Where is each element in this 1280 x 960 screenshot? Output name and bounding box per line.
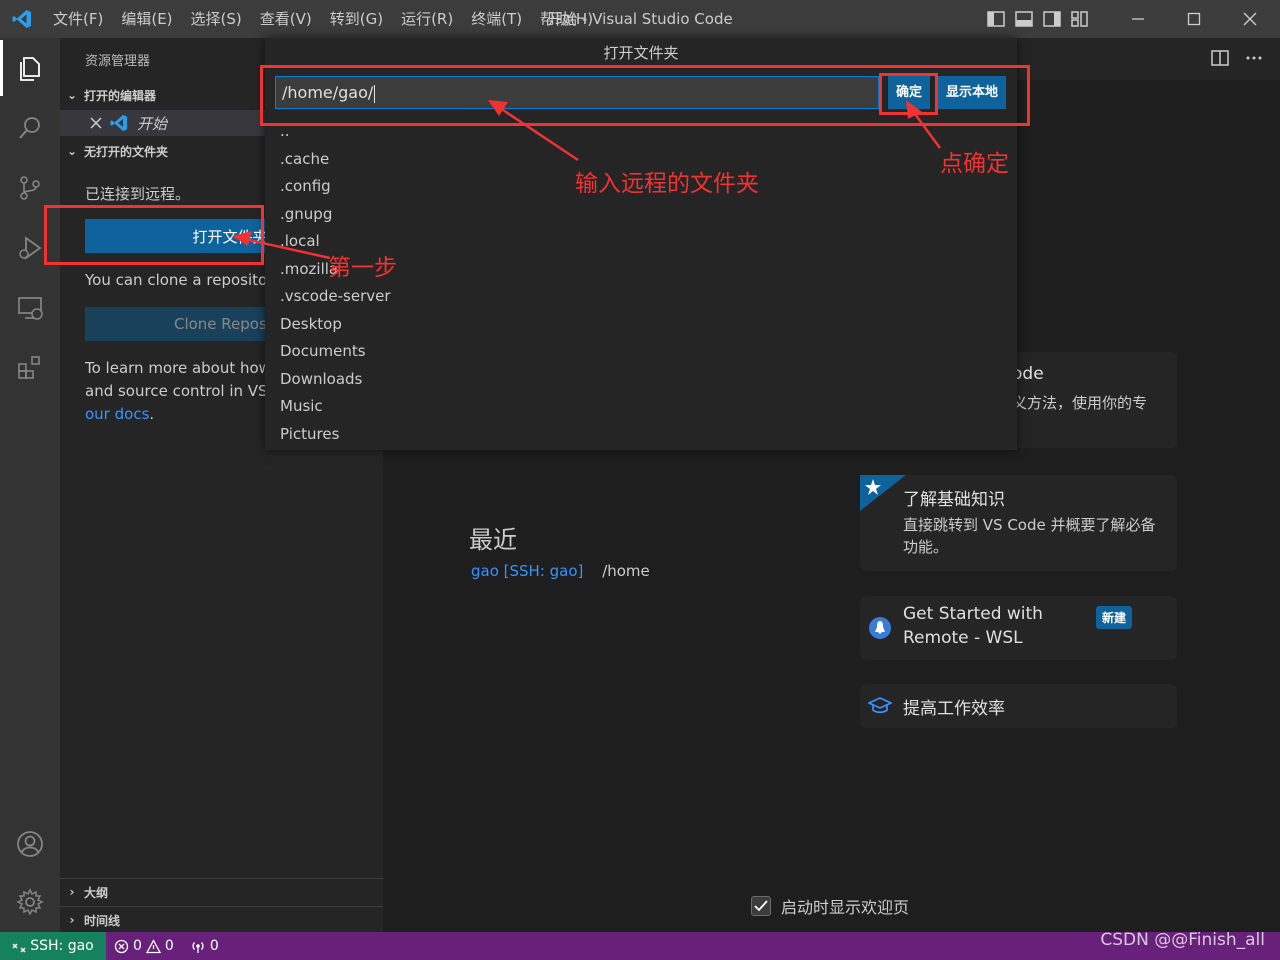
menu-file[interactable]: 文件(F)	[44, 0, 112, 38]
list-item[interactable]: Music	[265, 393, 1017, 421]
recent-link[interactable]: gao [SSH: gao]	[471, 562, 583, 580]
active-indicator	[0, 40, 3, 96]
split-editor-icon[interactable]	[1210, 48, 1230, 72]
star-icon	[860, 475, 906, 515]
open-editors-label: 打开的编辑器	[84, 88, 157, 103]
docs-link[interactable]: our docs	[85, 405, 149, 423]
toggle-panel-icon[interactable]	[1013, 8, 1035, 30]
maximize-icon[interactable]	[1166, 0, 1222, 38]
learn-text-line1: To learn more about how	[85, 359, 271, 377]
annotation-box-ok	[879, 73, 938, 115]
menu-run[interactable]: 运行(R)	[392, 0, 462, 38]
window-title: 开始 - Visual Studio Code	[547, 10, 733, 28]
sidebar-title: 资源管理器	[85, 54, 151, 69]
explorer-icon[interactable]	[0, 40, 60, 96]
card-description-line2: 功能。	[903, 538, 949, 556]
remote-indicator[interactable]: SSH: gao	[0, 932, 106, 960]
close-window-icon[interactable]	[1222, 0, 1278, 38]
annotation-box-open-folder	[44, 205, 264, 265]
new-badge: 新建	[1096, 606, 1133, 629]
outline-header[interactable]: › 大纲	[60, 879, 383, 905]
annotation-input-hint: 输入远程的文件夹	[575, 171, 759, 197]
chevron-down-icon: ⌄	[66, 144, 78, 158]
layout-controls	[985, 8, 1091, 30]
recent-item: gao [SSH: gao] /home	[471, 562, 650, 580]
broadcast-icon	[192, 941, 204, 953]
list-item[interactable]: .gnupg	[265, 201, 1017, 229]
chevron-right-icon: ›	[69, 885, 75, 899]
card-description: 义方法，使用你的专	[1012, 394, 1148, 412]
minimize-icon[interactable]	[1110, 0, 1166, 38]
card-description-line1: 直接跳转到 VS Code 并概要了解必备	[903, 516, 1156, 534]
list-item[interactable]: Downloads	[265, 366, 1017, 394]
card-title: 提高工作效率	[903, 699, 1005, 719]
connected-text: 已连接到远程。	[85, 185, 191, 203]
menu-go[interactable]: 转到(G)	[321, 0, 392, 38]
activity-bar	[0, 38, 60, 932]
warning-count: 0	[164, 938, 174, 954]
title-bar: 文件(F) 编辑(E) 选择(S) 查看(V) 转到(G) 运行(R) 终端(T…	[0, 0, 1280, 38]
list-item[interactable]: Documents	[265, 338, 1017, 366]
status-bar: SSH: gao 0 0 0	[0, 932, 1280, 960]
remote-icon	[12, 943, 26, 953]
list-item[interactable]: Pictures	[265, 421, 1017, 449]
vscode-file-icon	[110, 114, 128, 132]
walkthrough-card-remote-wsl[interactable]: Get Started with Remote - WSL 新建	[860, 596, 1177, 660]
clone-text: You can clone a repositor	[85, 271, 274, 289]
search-icon[interactable]	[0, 100, 60, 156]
ports-count: 0	[209, 938, 219, 954]
problems-indicator[interactable]: 0 0	[106, 938, 182, 954]
no-folder-label: 无打开的文件夹	[84, 144, 169, 159]
open-editor-label: 开始	[137, 114, 168, 133]
timeline-header[interactable]: › 时间线	[60, 907, 383, 932]
show-on-startup-row: 启动时显示欢迎页	[751, 894, 909, 918]
learn-text-line3: our docs.	[85, 405, 154, 423]
annotation-step1: 第一步	[328, 255, 397, 281]
graduation-cap-icon	[866, 696, 894, 720]
editor-actions	[1210, 48, 1264, 72]
chevron-right-icon: ›	[69, 913, 75, 927]
vscode-logo-icon	[0, 0, 44, 38]
linux-penguin-icon	[869, 617, 891, 643]
show-on-startup-checkbox[interactable]	[751, 896, 771, 916]
more-actions-icon[interactable]	[1244, 48, 1264, 72]
remote-label: SSH: gao	[30, 938, 94, 954]
quick-input-title: 打开文件夹	[603, 44, 679, 62]
walkthrough-card-fundamentals[interactable]: 了解基础知识 直接跳转到 VS Code 并概要了解必备 功能。	[860, 475, 1177, 571]
recent-path: /home	[602, 562, 650, 580]
learn-text-line2: and source control in VS	[85, 382, 268, 400]
watermark: CSDN @@Finish_all	[1100, 930, 1265, 950]
list-item[interactable]: Desktop	[265, 311, 1017, 339]
card-title-line1: Get Started with	[903, 604, 1043, 624]
card-title: 了解基础知识	[903, 490, 1005, 510]
warning-icon	[145, 938, 161, 953]
toggle-secondary-sidebar-icon[interactable]	[1041, 8, 1063, 30]
menu-selection[interactable]: 选择(S)	[182, 0, 251, 38]
outline-label: 大纲	[84, 885, 109, 900]
toggle-sidebar-icon[interactable]	[985, 8, 1007, 30]
chevron-down-icon: ⌄	[66, 88, 78, 102]
annotation-click-ok: 点确定	[940, 151, 1009, 177]
list-item[interactable]: .vscode-server	[265, 283, 1017, 311]
recent-heading: 最近	[469, 526, 517, 554]
customize-layout-icon[interactable]	[1069, 8, 1091, 30]
gear-icon[interactable]	[0, 874, 60, 930]
card-title-line2: Remote - WSL	[903, 628, 1023, 648]
show-on-startup-label: 启动时显示欢迎页	[781, 898, 910, 917]
learn-period: .	[149, 405, 155, 423]
extensions-icon[interactable]	[0, 340, 60, 396]
error-icon	[114, 939, 129, 953]
walkthrough-card-productivity[interactable]: 提高工作效率	[860, 684, 1177, 728]
menu-view[interactable]: 查看(V)	[251, 0, 321, 38]
error-count: 0	[133, 938, 142, 954]
remote-explorer-icon[interactable]	[0, 280, 60, 336]
timeline-label: 时间线	[84, 913, 121, 928]
accounts-icon[interactable]	[0, 816, 60, 872]
ports-indicator[interactable]: 0	[182, 938, 227, 954]
menu-edit[interactable]: 编辑(E)	[112, 0, 181, 38]
